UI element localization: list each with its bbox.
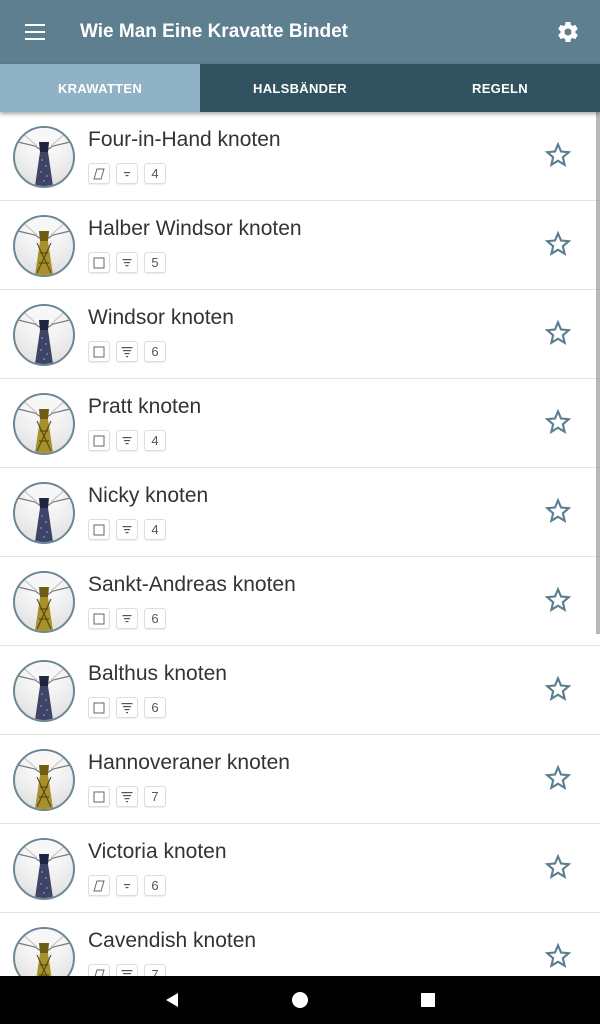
gear-icon[interactable] [536,0,600,64]
list-item[interactable]: Windsor knoten 6 [0,290,600,379]
tab-bar: KRAWATTEN HALSBÄNDER REGELN [0,64,600,112]
tab-halsbaender[interactable]: HALSBÄNDER [200,64,400,112]
complexity-icon [116,163,138,184]
symmetric-icon [88,697,110,718]
knot-properties: 6 [88,341,172,362]
tie-thumbnail-image [13,304,75,366]
knot-name: Nicky knoten [88,484,209,507]
asymmetric-icon [88,875,110,896]
star-favorite-icon[interactable] [542,673,574,705]
knot-properties: 5 [88,252,172,273]
list-item[interactable]: Balthus knoten 6 [0,646,600,735]
back-triangle-icon[interactable] [108,976,236,1024]
list-item[interactable]: Four-in-Hand knoten 4 [0,112,600,201]
steps-count: 5 [144,252,166,273]
asymmetric-icon [88,964,110,976]
knot-name: Balthus knoten [88,662,227,685]
steps-count: 7 [144,964,166,976]
complexity-icon [116,786,138,807]
symmetric-icon [88,252,110,273]
symmetric-icon [88,341,110,362]
symmetric-icon [88,608,110,629]
app-root: Wie Man Eine Kravatte Bindet KRAWATTEN H… [0,0,600,1024]
symmetric-icon [88,430,110,451]
hamburger-menu-icon[interactable] [0,0,72,64]
list-item[interactable]: Halber Windsor knoten 5 [0,201,600,290]
complexity-icon [116,697,138,718]
scrollbar[interactable] [596,112,600,634]
knot-name: Sankt-Andreas knoten [88,573,296,596]
steps-count: 6 [144,875,166,896]
knot-name: Halber Windsor knoten [88,217,302,240]
system-nav-bar [0,976,600,1024]
knot-name: Victoria knoten [88,840,227,863]
tie-thumbnail-image [13,571,75,633]
knot-name: Windsor knoten [88,306,234,329]
knot-name: Cavendish knoten [88,929,257,952]
knot-properties: 7 [88,786,172,807]
knot-properties: 7 [88,964,172,976]
steps-count: 6 [144,608,166,629]
complexity-icon [116,608,138,629]
home-circle-icon[interactable] [236,976,364,1024]
steps-count: 7 [144,786,166,807]
tie-thumbnail-image [13,838,75,900]
complexity-icon [116,964,138,976]
knot-properties: 6 [88,875,172,896]
list-item[interactable]: Victoria knoten 6 [0,824,600,913]
knot-properties: 6 [88,697,172,718]
list-item[interactable]: Sankt-Andreas knoten 6 [0,557,600,646]
symmetric-icon [88,786,110,807]
tie-thumbnail-image [13,660,75,722]
star-favorite-icon[interactable] [542,317,574,349]
steps-count: 6 [144,341,166,362]
list-item[interactable]: Pratt knoten 4 [0,379,600,468]
star-favorite-icon[interactable] [542,940,574,972]
complexity-icon [116,875,138,896]
star-favorite-icon[interactable] [542,584,574,616]
complexity-icon [116,341,138,362]
knot-properties: 6 [88,608,172,629]
asymmetric-icon [88,163,110,184]
knot-list[interactable]: Four-in-Hand knoten 4 Halber Windsor knote… [0,112,600,976]
app-bar: Wie Man Eine Kravatte Bindet [0,0,600,64]
star-favorite-icon[interactable] [542,495,574,527]
tie-thumbnail-image [13,215,75,277]
list-item[interactable]: Hannoveraner knoten 7 [0,735,600,824]
complexity-icon [116,430,138,451]
symmetric-icon [88,519,110,540]
tie-thumbnail-image [13,393,75,455]
app-title: Wie Man Eine Kravatte Bindet [80,21,348,42]
knot-name: Pratt knoten [88,395,202,418]
tab-regeln[interactable]: REGELN [400,64,600,112]
star-favorite-icon[interactable] [542,851,574,883]
tie-thumbnail-image [13,482,75,544]
recents-square-icon[interactable] [364,976,492,1024]
steps-count: 4 [144,163,166,184]
tie-thumbnail-image [13,749,75,811]
star-favorite-icon[interactable] [542,406,574,438]
complexity-icon [116,519,138,540]
knot-name: Four-in-Hand knoten [88,128,281,151]
star-favorite-icon[interactable] [542,762,574,794]
tie-thumbnail-image [13,126,75,188]
star-favorite-icon[interactable] [542,228,574,260]
knot-properties: 4 [88,163,172,184]
knot-name: Hannoveraner knoten [88,751,290,774]
complexity-icon [116,252,138,273]
knot-properties: 4 [88,430,172,451]
steps-count: 4 [144,519,166,540]
tie-thumbnail-image [13,927,75,976]
steps-count: 4 [144,430,166,451]
star-favorite-icon[interactable] [542,139,574,171]
tab-krawatten[interactable]: KRAWATTEN [0,64,200,112]
knot-properties: 4 [88,519,172,540]
steps-count: 6 [144,697,166,718]
list-item[interactable]: Nicky knoten 4 [0,468,600,557]
list-item[interactable]: Cavendish knoten 7 [0,913,600,976]
